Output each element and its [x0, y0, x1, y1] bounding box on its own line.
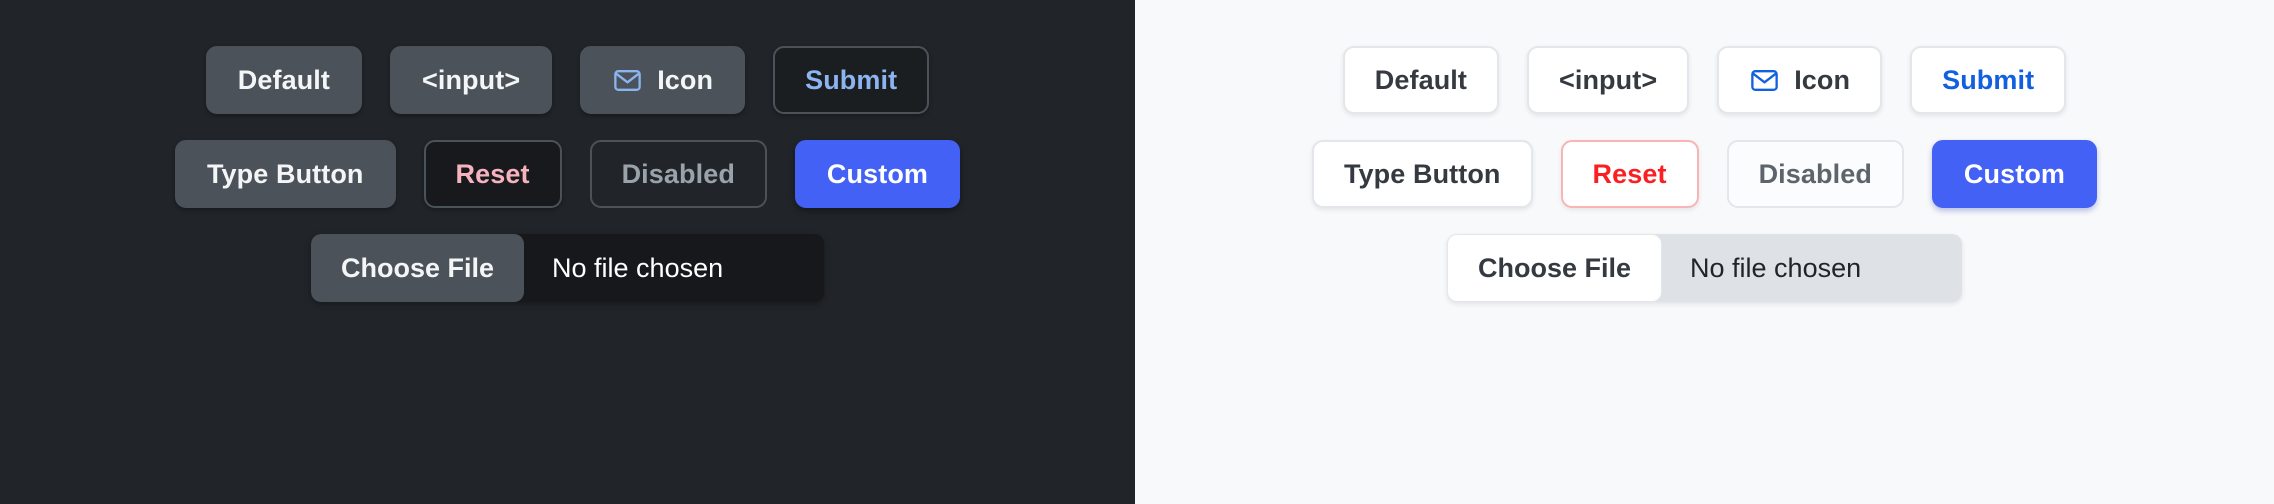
- custom-button[interactable]: Custom: [1931, 140, 2098, 208]
- disabled-button-label: Disabled: [1758, 158, 1872, 189]
- disabled-button: Disabled: [1726, 140, 1904, 208]
- reset-button-label: Reset: [1592, 158, 1667, 189]
- input-button[interactable]: <input>: [389, 46, 553, 114]
- icon-button-label: Icon: [1794, 64, 1851, 95]
- default-button[interactable]: Default: [205, 46, 362, 114]
- submit-button[interactable]: Submit: [1910, 46, 2067, 114]
- reset-button-label: Reset: [455, 158, 530, 189]
- disabled-button-label: Disabled: [621, 158, 735, 189]
- envelope-icon: [1749, 65, 1780, 96]
- file-status-label: No file chosen: [1690, 252, 1862, 283]
- icon-button-label: Icon: [657, 64, 714, 95]
- button-row-primary: Default <input> Icon Submit: [1135, 46, 2274, 114]
- submit-button-label: Submit: [1942, 64, 2035, 95]
- envelope-icon: [612, 65, 643, 96]
- file-input[interactable]: Choose File No file chosen: [310, 234, 825, 302]
- choose-file-button[interactable]: Choose File: [1446, 234, 1663, 302]
- default-button[interactable]: Default: [1342, 46, 1499, 114]
- input-button[interactable]: <input>: [1526, 46, 1690, 114]
- input-button-label: <input>: [421, 64, 521, 95]
- submit-button-label: Submit: [805, 64, 898, 95]
- disabled-button: Disabled: [589, 140, 767, 208]
- file-input[interactable]: Choose File No file chosen: [1446, 234, 1963, 302]
- type-button-label: Type Button: [206, 158, 364, 189]
- icon-button[interactable]: Icon: [1717, 46, 1883, 114]
- file-input-row: Choose File No file chosen: [1135, 234, 2274, 302]
- file-input-row: Choose File No file chosen: [0, 234, 1135, 302]
- dark-theme-panel: Default <input> Icon Submit Type Button …: [0, 0, 1135, 504]
- icon-button[interactable]: Icon: [580, 46, 746, 114]
- default-button-label: Default: [237, 64, 330, 95]
- custom-button-label: Custom: [1963, 158, 2066, 189]
- light-theme-panel: Default <input> Icon Submit Type Button …: [1135, 0, 2274, 504]
- button-row-secondary: Type Button Reset Disabled Custom: [1135, 140, 2274, 208]
- reset-button[interactable]: Reset: [423, 140, 562, 208]
- button-row-secondary: Type Button Reset Disabled Custom: [0, 140, 1135, 208]
- default-button-label: Default: [1374, 64, 1467, 95]
- reset-button[interactable]: Reset: [1560, 140, 1699, 208]
- type-button[interactable]: Type Button: [174, 140, 396, 208]
- choose-file-button[interactable]: Choose File: [310, 234, 525, 302]
- type-button[interactable]: Type Button: [1311, 140, 1533, 208]
- file-status-label: No file chosen: [552, 252, 724, 283]
- type-button-label: Type Button: [1343, 158, 1501, 189]
- button-row-primary: Default <input> Icon Submit: [0, 46, 1135, 114]
- custom-button-label: Custom: [826, 158, 929, 189]
- custom-button[interactable]: Custom: [794, 140, 961, 208]
- submit-button[interactable]: Submit: [773, 46, 930, 114]
- input-button-label: <input>: [1558, 64, 1658, 95]
